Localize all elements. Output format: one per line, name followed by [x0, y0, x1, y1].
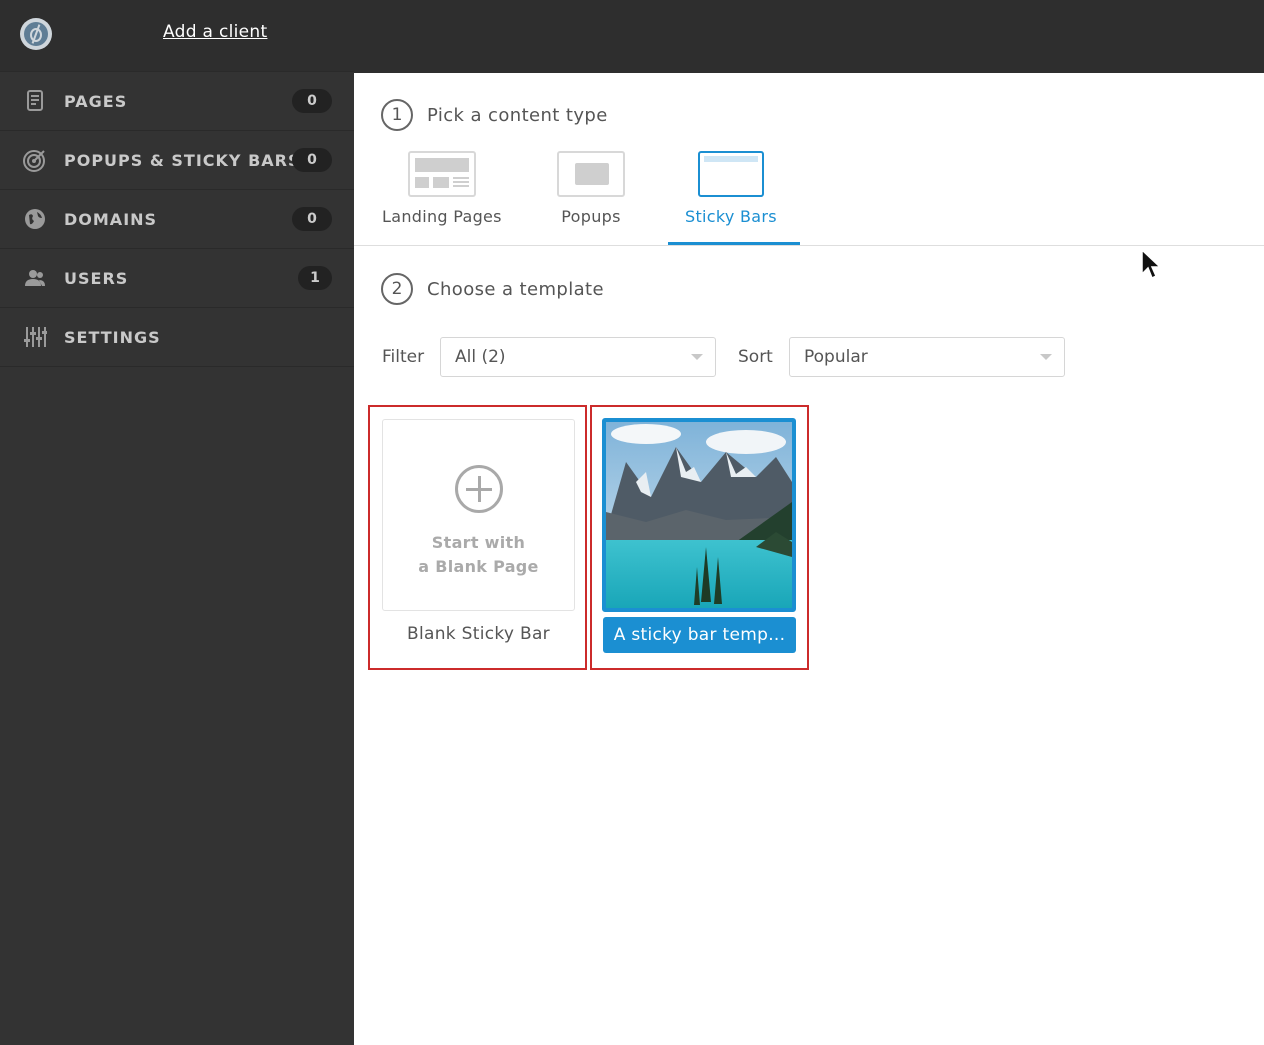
sidebar: Add a client PAGES 0 POPUPS & STICKY BAR… — [0, 0, 354, 1045]
sidebar-header: Add a client — [0, 0, 354, 72]
blank-line-1: Start with — [431, 533, 526, 552]
top-bar — [354, 0, 1264, 73]
popups-thumbnail-icon — [557, 151, 625, 197]
pages-icon — [22, 88, 48, 114]
chevron-down-icon — [691, 354, 703, 360]
step-pick-content-type: 1 Pick a content type — [381, 99, 608, 131]
sidebar-item-label: DOMAINS — [64, 209, 158, 229]
filter-value: All (2) — [455, 347, 506, 367]
filter-select[interactable]: All (2) — [440, 337, 716, 377]
chevron-down-icon — [1040, 354, 1052, 360]
sidebar-item-popups-sticky-bars[interactable]: POPUPS & STICKY BARS 0 — [0, 131, 354, 190]
content-type-landing-pages[interactable]: Landing Pages — [382, 151, 502, 226]
count-badge: 0 — [292, 207, 332, 231]
sidebar-item-label: SETTINGS — [64, 327, 161, 347]
sidebar-item-users[interactable]: USERS 1 — [0, 249, 354, 308]
filter-label: Filter — [382, 347, 425, 367]
step-choose-template: 2 Choose a template — [381, 273, 604, 305]
count-badge: 0 — [292, 148, 332, 172]
sticky-bar-template-thumbnail[interactable] — [602, 418, 796, 612]
mouse-cursor-icon — [1141, 248, 1162, 280]
step-title: Pick a content type — [427, 104, 608, 126]
content-type-sticky-bars[interactable]: Sticky Bars — [685, 151, 777, 226]
plus-circle-icon — [454, 465, 503, 513]
sort-label: Sort — [738, 347, 773, 367]
content-type-popups[interactable]: Popups — [557, 151, 625, 226]
sidebar-item-label: POPUPS & STICKY BARS — [64, 150, 301, 170]
sidebar-item-settings[interactable]: SETTINGS — [0, 308, 354, 367]
blank-template-card[interactable]: Start with a Blank Page — [382, 419, 575, 611]
target-icon — [22, 147, 48, 173]
content-type-label: Landing Pages — [382, 207, 502, 226]
main-content: 1 Pick a content type Landing Pages Popu… — [354, 73, 1264, 1045]
sidebar-item-label: USERS — [64, 268, 129, 288]
content-type-label: Popups — [561, 207, 621, 226]
step-title: Choose a template — [427, 278, 604, 300]
count-badge: 0 — [292, 89, 332, 113]
content-type-label: Sticky Bars — [685, 207, 777, 226]
sort-select[interactable]: Popular — [789, 337, 1065, 377]
step-number: 1 — [381, 99, 413, 131]
step-number: 2 — [381, 273, 413, 305]
blank-line-2: a Blank Page — [418, 557, 539, 576]
blank-template-caption[interactable]: Blank Sticky Bar — [382, 624, 575, 644]
sticky-bars-thumbnail-icon — [697, 151, 764, 197]
sidebar-item-label: PAGES — [64, 91, 128, 111]
sticky-bar-template-button[interactable]: A sticky bar temp... — [603, 617, 796, 653]
sliders-icon — [22, 324, 48, 350]
add-client-link[interactable]: Add a client — [163, 22, 267, 42]
landing-pages-thumbnail-icon — [407, 151, 476, 197]
sidebar-item-pages[interactable]: PAGES 0 — [0, 72, 354, 131]
sidebar-item-domains[interactable]: DOMAINS 0 — [0, 190, 354, 249]
sort-value: Popular — [804, 347, 868, 367]
globe-icon — [22, 206, 48, 232]
count-badge: 1 — [298, 266, 332, 290]
mountain-lake-image — [606, 422, 792, 608]
users-icon — [22, 265, 48, 291]
unbounce-logo-icon[interactable] — [20, 18, 52, 50]
divider — [354, 245, 1264, 246]
